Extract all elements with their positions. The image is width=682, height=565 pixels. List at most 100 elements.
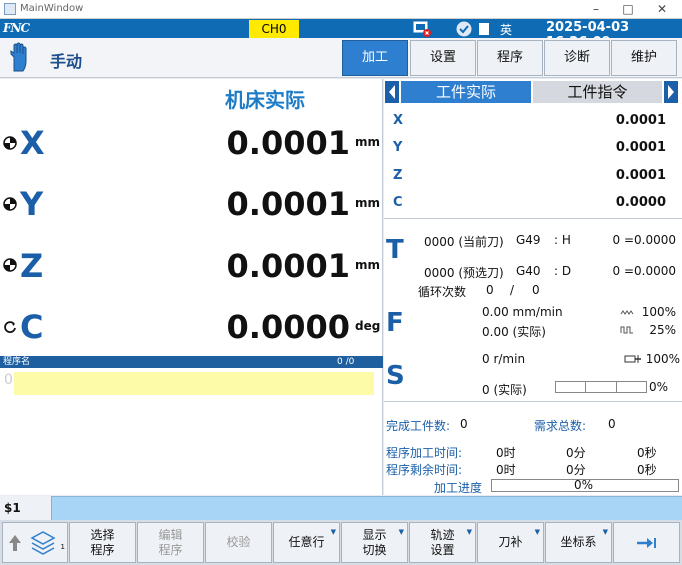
divider <box>384 401 682 402</box>
softkey-edit-program[interactable]: 编辑 程序 <box>137 522 204 563</box>
axis-unit-x: mm <box>355 135 381 149</box>
load-bar-tick <box>585 382 586 392</box>
up-arrow-icon <box>9 535 21 551</box>
layers-icon <box>30 531 56 555</box>
softkey-display-switch[interactable]: 显示 切换 ▼ <box>341 522 408 563</box>
program-current-line[interactable] <box>14 372 374 395</box>
axis-label-y: Y <box>20 185 44 223</box>
softkey-verify[interactable]: 校验 <box>205 522 272 563</box>
close-button[interactable]: ✕ <box>648 1 676 17</box>
softkey-track-settings[interactable]: 轨迹 设置 ▼ <box>409 522 476 563</box>
softkey-label: 设置 <box>430 542 455 557</box>
rapid-override-icon <box>620 326 633 334</box>
loop-count-separator: / <box>510 283 515 297</box>
feed-actual: 0.00 (实际) <box>482 325 546 339</box>
machining-seconds: 0秒 <box>637 446 657 460</box>
spindle-load-bar <box>555 381 647 393</box>
divider <box>384 218 682 219</box>
softkey-any-line[interactable]: 任意行 ▼ <box>273 522 340 563</box>
spindle-actual: 0 (实际) <box>482 383 527 397</box>
command-input[interactable] <box>0 496 682 520</box>
done-count-label: 完成工件数: <box>386 419 451 433</box>
tab-work-actual[interactable]: 工件实际 <box>401 81 531 103</box>
submenu-indicator-icon: ▼ <box>602 528 608 536</box>
d-label: : D <box>554 264 572 278</box>
window-title: MainWindow <box>20 3 84 14</box>
keyboard-icon <box>479 23 489 35</box>
progress-label: 加工进度 <box>434 481 483 495</box>
loop-count-label: 循环次数 <box>418 285 467 299</box>
work-axis-value-x: 0.0001 <box>615 113 666 128</box>
hand-mode-icon <box>10 42 27 72</box>
work-axis-label-x: X <box>393 113 404 128</box>
remaining-minutes: 0分 <box>566 463 586 477</box>
axis-rotary-icon <box>4 321 16 333</box>
submenu-indicator-icon: ▼ <box>534 528 540 536</box>
tool-g-code-2: G40 <box>516 264 541 278</box>
language-indicator[interactable]: 英 <box>500 21 512 38</box>
machining-hours: 0时 <box>496 446 516 460</box>
tab-program[interactable]: 程序 <box>477 40 543 76</box>
softkey-label: 显示 <box>362 527 387 542</box>
axis-unit-z: mm <box>355 258 381 272</box>
submenu-indicator-icon: ▼ <box>398 528 404 536</box>
program-name-label: 程序名 <box>3 357 31 367</box>
submenu-indicator-icon: ▼ <box>330 528 336 536</box>
tab-next-arrow-icon[interactable] <box>664 81 678 103</box>
mode-title: 手动 <box>50 52 83 71</box>
softkey-coordinate-system[interactable]: 坐标系 ▼ <box>545 522 612 563</box>
tab-prev-arrow-icon[interactable] <box>385 81 399 103</box>
axis-value-x: 0.0001 <box>226 124 350 162</box>
spindle-override-icon <box>624 355 641 363</box>
channel-indicator[interactable]: CH0 <box>249 20 299 38</box>
softkey-label: 刀补 <box>498 535 523 549</box>
work-axis-value-c: 0.0000 <box>615 195 666 210</box>
tool-g-code-1: G49 <box>516 233 541 247</box>
softkey-back-layers[interactable]: 1 <box>2 522 68 563</box>
tab-work-command[interactable]: 工件指令 <box>533 81 662 103</box>
work-axis-label-c: C <box>393 195 403 210</box>
feed-rate: 0.00 mm/min <box>482 305 563 319</box>
softkey-label: 程序 <box>158 542 183 557</box>
axis-value-c: 0.0000 <box>226 308 350 346</box>
tab-settings[interactable]: 设置 <box>410 40 476 76</box>
d-value: 0 =0.0000 <box>612 264 677 278</box>
fnc-logo: FNC <box>3 21 30 35</box>
softkey-label: 切换 <box>362 542 387 557</box>
axis-label-c: C <box>20 308 44 346</box>
spindle-override: 100% <box>645 352 680 366</box>
softkey-label: 轨迹 <box>430 527 455 542</box>
machine-actual-title: 机床实际 <box>225 88 305 112</box>
softkey-next-page[interactable] <box>613 522 680 563</box>
spindle-letter: S <box>386 361 405 391</box>
loop-count-current: 0 <box>486 283 494 297</box>
work-axis-label-z: Z <box>393 168 403 183</box>
softkey-label: 坐标系 <box>560 535 597 549</box>
h-label: : H <box>554 233 571 247</box>
current-tool: 0000 (当前刀) <box>424 235 504 249</box>
program-line-number: 0 <box>4 372 13 388</box>
maximize-button[interactable]: □ <box>614 1 642 17</box>
feed-override-1: 100% <box>641 305 676 319</box>
load-bar-tick <box>616 382 617 392</box>
axis-home-icon <box>3 197 17 211</box>
work-axis-label-y: Y <box>393 140 403 155</box>
need-count: 0 <box>608 417 616 431</box>
submenu-indicator-icon: ▼ <box>466 528 472 536</box>
tab-maintenance[interactable]: 维护 <box>611 40 677 76</box>
softkey-label: 任意行 <box>288 535 325 549</box>
feed-override-icon <box>620 310 634 315</box>
spindle-load: 0% <box>649 380 669 394</box>
work-axis-value-z: 0.0001 <box>615 168 666 183</box>
done-count: 0 <box>460 417 468 431</box>
tab-diagnosis[interactable]: 诊断 <box>544 40 610 76</box>
feed-override-2: 25% <box>649 323 676 337</box>
minimize-button[interactable]: – <box>582 1 610 17</box>
arrow-right-bar-icon <box>636 537 656 548</box>
layer-number: 1 <box>60 543 65 551</box>
softkey-label: 校验 <box>226 535 251 549</box>
softkey-select-program[interactable]: 选择 程序 <box>69 522 136 563</box>
alarm-screen-icon[interactable] <box>413 21 431 37</box>
softkey-tool-compensation[interactable]: 刀补 ▼ <box>477 522 544 563</box>
tab-machining[interactable]: 加工 <box>342 40 408 76</box>
